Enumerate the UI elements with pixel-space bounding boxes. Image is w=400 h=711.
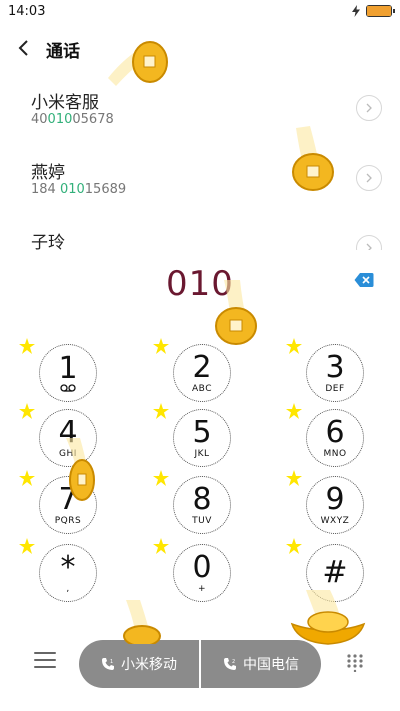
voicemail-icon	[60, 384, 76, 392]
contact-detail-button[interactable]	[356, 235, 382, 250]
star-icon	[153, 403, 169, 419]
key-digit: 0	[192, 549, 212, 585]
gold-ingot-icon	[290, 590, 366, 645]
gold-coin-icon	[292, 126, 334, 191]
key-letters: DEF	[325, 383, 345, 394]
menu-button[interactable]	[34, 652, 56, 672]
contact-suggestion-list: 小米客服 4001005678 燕婷 184 01015689 子玲	[0, 80, 400, 250]
battery-icon	[366, 5, 395, 17]
gold-coin-icon	[123, 600, 161, 644]
chevron-right-icon	[366, 173, 372, 183]
key-9[interactable]: 9 WXYZ	[306, 476, 364, 534]
key-letters: +	[197, 583, 207, 594]
contact-item[interactable]: 小米客服 4001005678	[0, 80, 400, 150]
contact-name: 燕婷	[31, 163, 65, 183]
star-icon	[19, 538, 35, 554]
star-icon	[19, 470, 35, 486]
key-digit: 6	[325, 414, 345, 450]
chevron-right-icon	[366, 243, 372, 250]
chevron-left-icon	[18, 40, 28, 56]
star-icon	[153, 338, 169, 354]
number-match: 010	[59, 182, 85, 197]
contact-name: 子玲	[31, 233, 65, 250]
status-icons	[352, 5, 395, 17]
chevron-right-icon	[366, 103, 372, 113]
star-icon	[286, 338, 302, 354]
page-title: 通话	[46, 42, 80, 62]
phone-icon: 2	[224, 658, 236, 670]
dialpad-icon	[347, 654, 363, 673]
key-letters: WXYZ	[320, 515, 350, 526]
dial-display: 010	[0, 264, 400, 310]
status-time: 14:03	[8, 4, 46, 19]
key-0[interactable]: 0 +	[173, 544, 231, 602]
phone-icon: 1	[102, 658, 114, 670]
key-letters: TUV	[192, 515, 212, 526]
key-5[interactable]: 5 JKL	[173, 409, 231, 467]
delete-button[interactable]	[354, 272, 374, 288]
star-icon	[286, 538, 302, 554]
star-icon	[153, 470, 169, 486]
contact-name: 小米客服	[31, 93, 99, 113]
key-letters: JKL	[194, 448, 210, 459]
battery-level	[367, 6, 391, 16]
star-icon	[286, 470, 302, 486]
key-digit: #	[322, 554, 348, 590]
contact-number: 4001005678	[31, 112, 114, 127]
svg-text:1: 1	[110, 659, 113, 665]
charging-icon	[352, 5, 360, 17]
call-sim1-button[interactable]: 1 小米移动	[79, 640, 199, 688]
gold-coin-icon	[215, 280, 257, 345]
status-bar: 14:03	[0, 0, 400, 24]
key-8[interactable]: 8 TUV	[173, 476, 231, 534]
key-letters: ABC	[192, 383, 212, 394]
key-digit: 9	[325, 481, 345, 517]
key-letters: ,	[66, 583, 70, 594]
call-sim1-label: 小米移动	[121, 657, 177, 673]
back-button[interactable]	[10, 34, 38, 62]
key-digit: 2	[192, 349, 212, 385]
backspace-icon	[354, 273, 374, 287]
svg-text:2: 2	[232, 659, 235, 665]
gold-coin-icon	[108, 41, 168, 86]
menu-icon	[34, 652, 56, 654]
key-letters: MNO	[323, 448, 347, 459]
key-6[interactable]: 6 MNO	[306, 409, 364, 467]
key-digit: 5	[192, 414, 212, 450]
key-letters: PQRS	[54, 515, 82, 526]
star-icon	[19, 403, 35, 419]
contact-number: 184 01015689	[31, 182, 127, 197]
key-star[interactable]: *,	[39, 544, 97, 602]
star-icon	[19, 338, 35, 354]
contact-detail-button[interactable]	[356, 165, 382, 191]
star-icon	[153, 538, 169, 554]
key-1[interactable]: 1	[39, 344, 97, 402]
star-icon	[286, 403, 302, 419]
contact-item[interactable]: 燕婷 184 01015689	[0, 150, 400, 220]
call-sim2-label: 中国电信	[243, 657, 299, 673]
dialpad-toggle-button[interactable]	[346, 654, 364, 673]
gold-coin-icon	[66, 438, 95, 501]
key-digit: 8	[192, 481, 212, 517]
key-digit: 3	[325, 349, 345, 385]
header: 通话	[0, 30, 400, 66]
contact-detail-button[interactable]	[356, 95, 382, 121]
number-match: 010	[47, 112, 73, 127]
key-2[interactable]: 2 ABC	[173, 344, 231, 402]
key-3[interactable]: 3 DEF	[306, 344, 364, 402]
key-digit: 1	[58, 351, 78, 386]
key-digit: *	[60, 549, 76, 585]
contact-item[interactable]: 子玲	[0, 220, 400, 250]
call-button-group: 1 小米移动 2 中国电信	[79, 640, 321, 688]
